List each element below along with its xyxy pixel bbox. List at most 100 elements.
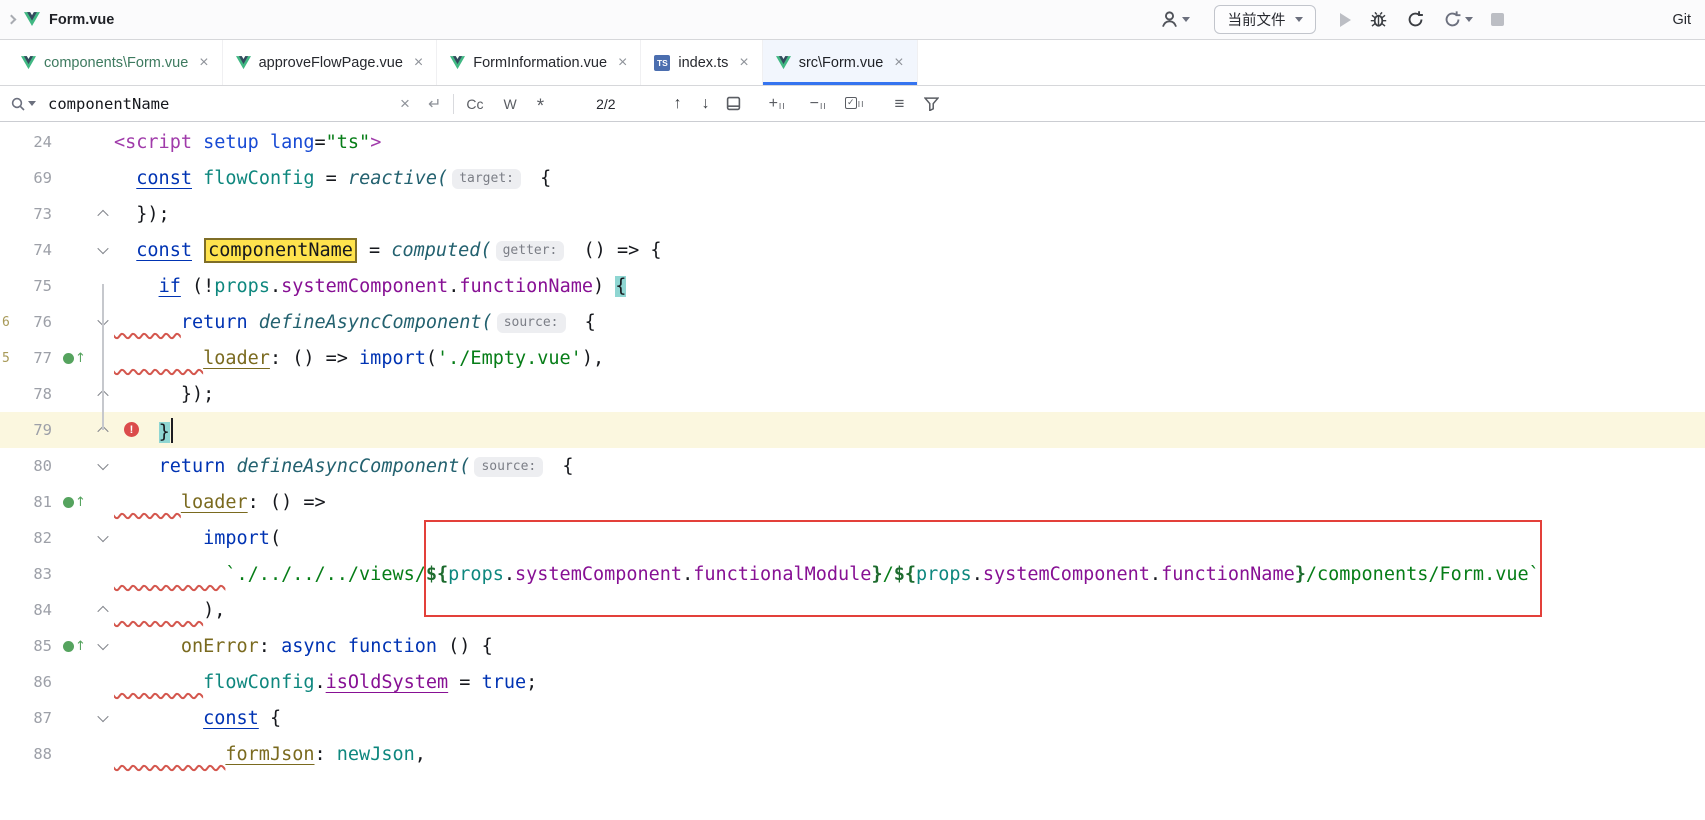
code-token: if: [159, 276, 181, 297]
editor-line-74: 74 const componentName = computed(getter…: [0, 232, 1705, 268]
code-text[interactable]: ),: [114, 600, 1705, 621]
code-text[interactable]: const {: [114, 708, 1705, 729]
line-number: 69: [14, 169, 52, 187]
code-text[interactable]: loader: () => import('./Empty.vue'),: [114, 348, 1705, 369]
code-text[interactable]: <script setup lang="ts">: [114, 132, 1705, 153]
brace-match-highlight: {: [615, 276, 626, 297]
line-number: 81: [14, 493, 52, 511]
code-token: .: [448, 276, 459, 297]
gutter-green-icon[interactable]: [63, 497, 74, 508]
code-token: const: [136, 240, 192, 261]
filter-icon[interactable]: [924, 97, 939, 111]
filter-lines-icon[interactable]: ≡: [894, 94, 904, 114]
next-match-icon[interactable]: ↓: [702, 95, 710, 113]
gutter-green-icon[interactable]: [63, 353, 74, 364]
code-text[interactable]: }: [114, 418, 1705, 443]
remove-occurrence-icon[interactable]: −II: [810, 95, 827, 113]
select-all-occurrences-icon[interactable]: ✓II: [845, 97, 865, 111]
code-text[interactable]: loader: () =>: [114, 492, 1705, 513]
gutter-icons: ↑: [52, 351, 92, 366]
code-text[interactable]: return defineAsyncComponent(source: {: [114, 312, 1705, 333]
tab-close-icon[interactable]: ×: [894, 54, 903, 72]
editor-line-69: 69 const flowConfig = reactive(target: {: [0, 160, 1705, 196]
code-text[interactable]: });: [114, 204, 1705, 225]
tab-label: approveFlowPage.vue: [259, 55, 403, 71]
fold-marker-icon[interactable]: [92, 714, 114, 722]
tab-close-icon[interactable]: ×: [199, 54, 208, 72]
edge-marker: 6: [0, 315, 14, 330]
inlay-hint: getter:: [496, 241, 565, 261]
editor-tab-src-form-vue[interactable]: src\Form.vue×: [763, 40, 918, 85]
code-text[interactable]: import(: [114, 528, 1705, 549]
chevron-down-icon: [28, 101, 36, 106]
code-token: reactive(: [348, 168, 448, 189]
fold-marker-icon[interactable]: [92, 534, 114, 542]
tab-close-icon[interactable]: ×: [414, 54, 423, 72]
error-icon[interactable]: !: [124, 422, 139, 437]
code-token: systemComponent: [983, 564, 1150, 585]
indent: [114, 708, 203, 729]
code-token: =: [358, 240, 391, 261]
code-text[interactable]: flowConfig.isOldSystem = true;: [114, 672, 1705, 693]
editor-tab-index-ts[interactable]: TSindex.ts×: [641, 40, 762, 85]
run-with-coverage-button[interactable]: [1406, 10, 1425, 29]
code-text[interactable]: });: [114, 384, 1705, 405]
run-config-selector[interactable]: 当前文件: [1214, 5, 1316, 34]
tab-close-icon[interactable]: ×: [739, 54, 748, 72]
code-text[interactable]: formJson: newJson,: [114, 744, 1705, 765]
git-menu[interactable]: Git: [1672, 12, 1691, 28]
code-token: formJson: [225, 744, 314, 765]
add-occurrence-icon[interactable]: +II: [769, 95, 786, 113]
regex-toggle[interactable]: *: [537, 96, 544, 112]
code-token: setup: [203, 132, 270, 153]
code-token: function: [348, 636, 437, 657]
code-text[interactable]: return defineAsyncComponent(source: {: [114, 456, 1705, 477]
search-icon[interactable]: [10, 96, 36, 112]
fold-marker-icon[interactable]: [92, 462, 114, 470]
stop-button[interactable]: [1491, 13, 1504, 26]
fold-marker-icon[interactable]: [92, 642, 114, 650]
previous-match-icon[interactable]: ↑: [674, 95, 682, 113]
editor-tab-approveflowpage-vue[interactable]: approveFlowPage.vue ×: [223, 40, 438, 85]
fold-marker-icon[interactable]: [92, 606, 114, 614]
fold-marker-icon[interactable]: [92, 210, 114, 218]
editor-line-84: 84 ),: [0, 592, 1705, 628]
gutter-icons: ↑: [52, 495, 92, 510]
inlay-hint: source:: [497, 313, 566, 333]
vue-file-icon: [776, 56, 791, 70]
line-number: 82: [14, 529, 52, 547]
chevron-down-icon: [1465, 17, 1473, 22]
line-number: 88: [14, 745, 52, 763]
code-text[interactable]: const flowConfig = reactive(target: {: [114, 168, 1705, 189]
tab-close-icon[interactable]: ×: [618, 54, 627, 72]
gutter-icons: ↑: [52, 639, 92, 654]
code-token: async: [281, 636, 337, 657]
code-token: props: [916, 564, 972, 585]
debug-button[interactable]: [1369, 10, 1388, 29]
editor-tab-forminformation-vue[interactable]: FormInformation.vue×: [437, 40, 641, 85]
up-arrow-icon: ↑: [75, 351, 86, 366]
line-number: 87: [14, 709, 52, 727]
code-text[interactable]: onError: async function () {: [114, 636, 1705, 657]
editor-tab-components-form-vue[interactable]: components\Form.vue×: [8, 40, 223, 85]
profile-button[interactable]: [1160, 10, 1190, 29]
code-token: .: [315, 672, 326, 693]
gutter-green-icon[interactable]: [63, 641, 74, 652]
whole-words-toggle[interactable]: W: [503, 96, 516, 112]
code-editor[interactable]: 24<script setup lang="ts">69 const flowC…: [0, 122, 1705, 820]
match-case-toggle[interactable]: Cc: [466, 96, 483, 112]
code-token: ): [593, 276, 615, 297]
code-text[interactable]: const componentName = computed(getter: (…: [114, 240, 1705, 261]
code-token: import: [203, 528, 270, 549]
code-text[interactable]: `./../../../views/${props.systemComponen…: [114, 564, 1705, 585]
open-in-find-window-icon[interactable]: [726, 96, 741, 111]
code-token: systemComponent: [515, 564, 682, 585]
line-number: 78: [14, 385, 52, 403]
fold-marker-icon[interactable]: [92, 246, 114, 254]
run-button[interactable]: [1340, 13, 1351, 27]
search-input[interactable]: componentName: [48, 95, 400, 113]
rerun-button[interactable]: [1443, 10, 1473, 29]
code-text[interactable]: if (!props.systemComponent.functionName)…: [114, 276, 1705, 297]
newline-icon[interactable]: ↵: [428, 94, 441, 114]
clear-search-icon[interactable]: ×: [400, 94, 410, 114]
